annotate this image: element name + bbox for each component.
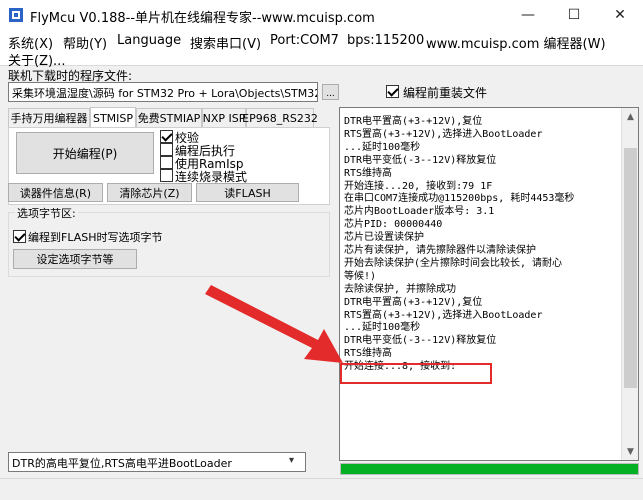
scroll-up-icon[interactable]: ▲ [622, 108, 639, 125]
close-button[interactable]: ✕ [597, 0, 643, 30]
tab-handheld-programmer[interactable]: 手持万用编程器 [8, 108, 90, 128]
option-bytes-legend: 选项字节区: [15, 205, 78, 221]
status-bar [0, 478, 643, 500]
erase-chip-button[interactable]: 清除芯片(Z) [107, 183, 192, 202]
tab-nxp-isp[interactable]: NXP ISP [202, 108, 246, 128]
title-bar[interactable]: FlyMcu V0.188--单片机在线编程专家--www.mcuisp.com… [0, 0, 643, 30]
log-scrollbar[interactable]: ▲ ▼ [621, 108, 638, 460]
reset-mode-select[interactable]: DTR的高电平复位,RTS高电平进BootLoader ▾ [8, 452, 306, 472]
log-line: 开始去除读保护(全片擦除时间会比较长, 请耐心 [344, 257, 563, 269]
start-programming-button[interactable]: 开始编程(P) [16, 132, 154, 174]
chevron-down-icon: ▾ [289, 455, 295, 466]
use-ramisp-checkbox[interactable] [160, 156, 173, 169]
highlight-box [340, 363, 492, 384]
menu-help[interactable]: 帮助(Y) [63, 33, 107, 52]
menu-port[interactable]: Port:COM7 [270, 33, 339, 48]
write-option-bytes-label: 编程到FLASH时写选项字节 [28, 231, 163, 244]
continuous-burn-checkbox[interactable] [160, 169, 173, 182]
progress-fill [341, 464, 638, 474]
flymcu-app-icon [9, 8, 23, 22]
minimize-button[interactable]: — [505, 0, 551, 30]
menu-programmer[interactable]: www.mcuisp.com 编程器(W) [426, 33, 606, 52]
run-after-program-checkbox[interactable] [160, 143, 173, 156]
write-option-bytes-checkbox[interactable] [13, 230, 26, 243]
scroll-down-icon[interactable]: ▼ [622, 443, 639, 460]
read-device-info-button[interactable]: 读器件信息(R) [8, 183, 103, 202]
set-option-bytes-button[interactable]: 设定选项字节等 [13, 249, 137, 269]
menu-bar: 系统(X) 帮助(Y) Language 搜索串口(V) Port:COM7 b… [0, 30, 643, 69]
reset-mode-select-value: DTR的高电平复位,RTS高电平进BootLoader [12, 457, 232, 470]
progress-bar [340, 463, 639, 475]
menu-search-port[interactable]: 搜索串口(V) [190, 33, 261, 52]
browse-file-button[interactable]: ... [322, 84, 339, 100]
tab-ep968-rs232[interactable]: EP968_RS232 [242, 108, 318, 128]
menu-language[interactable]: Language [117, 33, 181, 48]
reload-before-program-checkbox[interactable] [386, 85, 399, 98]
read-flash-button[interactable]: 读FLASH [196, 183, 299, 202]
minimize-icon: — [521, 7, 535, 23]
log-output-panel[interactable]: DTR电平置高(+3-+12V),复位 RTS置高(+3-+12V),选择进入Bo… [339, 107, 639, 461]
red-arrow-icon [205, 285, 343, 363]
verify-checkbox[interactable] [160, 130, 173, 143]
maximize-button[interactable]: ☐ [551, 0, 597, 30]
tab-free-stmiap[interactable]: 免费STMIAP [136, 108, 202, 128]
program-file-path-input[interactable]: 采集环境温湿度\源码 for STM32 Pro + Lora\Objects\… [8, 82, 318, 102]
close-icon: ✕ [614, 7, 626, 23]
tab-stmisp[interactable]: STMISP [90, 107, 136, 128]
window-title: FlyMcu V0.188--单片机在线编程专家--www.mcuisp.com [30, 11, 375, 26]
menu-bps[interactable]: bps:115200 [347, 33, 424, 48]
reload-before-program-label: 编程前重装文件 [403, 86, 488, 100]
scroll-thumb[interactable] [624, 148, 637, 388]
maximize-icon: ☐ [567, 7, 581, 23]
